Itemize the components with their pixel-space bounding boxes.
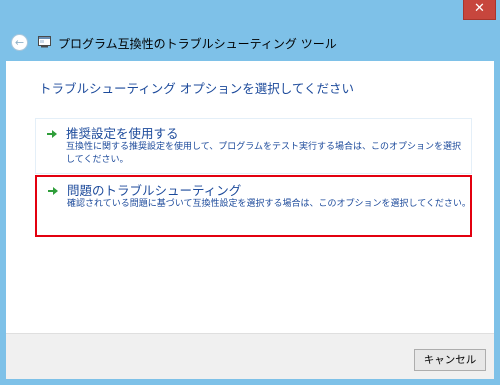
option-description: 互換性に関する推奨設定を使用して、プログラムをテスト実行する場合は、このオプショ… <box>66 142 462 165</box>
green-arrow-icon <box>48 187 58 195</box>
window-title: プログラム互換性のトラブルシューティング ツール <box>58 37 337 51</box>
option-description: 確認されている問題に基づいて互換性設定を選択する場合は、このオプションを選択して… <box>67 199 471 209</box>
option-use-recommended-settings[interactable]: 推奨設定を使用する 互換性に関する推奨設定を使用して、プログラムをテスト実行する… <box>35 118 472 174</box>
close-button[interactable]: ✕ <box>463 0 496 20</box>
title-bar: ✕ <box>0 0 500 30</box>
dialog-window: ✕ ← プログラム互換性のトラブルシューティング ツール トラブルシューティング… <box>0 0 500 385</box>
cancel-button[interactable]: キャンセル <box>414 349 486 371</box>
back-button[interactable]: ← <box>11 34 28 51</box>
page-instruction: トラブルシューティング オプションを選択してください <box>39 81 354 96</box>
option-troubleshoot-problems[interactable]: 問題のトラブルシューティング 確認されている問題に基づいて互換性設定を選択する場… <box>35 175 472 237</box>
option-title: 推奨設定を使用する <box>66 126 179 141</box>
troubleshooter-app-icon <box>38 36 51 48</box>
dialog-footer: キャンセル <box>6 333 494 379</box>
header-bar: ← プログラム互換性のトラブルシューティング ツール <box>6 30 494 56</box>
green-arrow-icon <box>47 130 57 138</box>
option-title: 問題のトラブルシューティング <box>67 183 242 198</box>
content-area: トラブルシューティング オプションを選択してください 推奨設定を使用する 互換性… <box>6 61 494 333</box>
